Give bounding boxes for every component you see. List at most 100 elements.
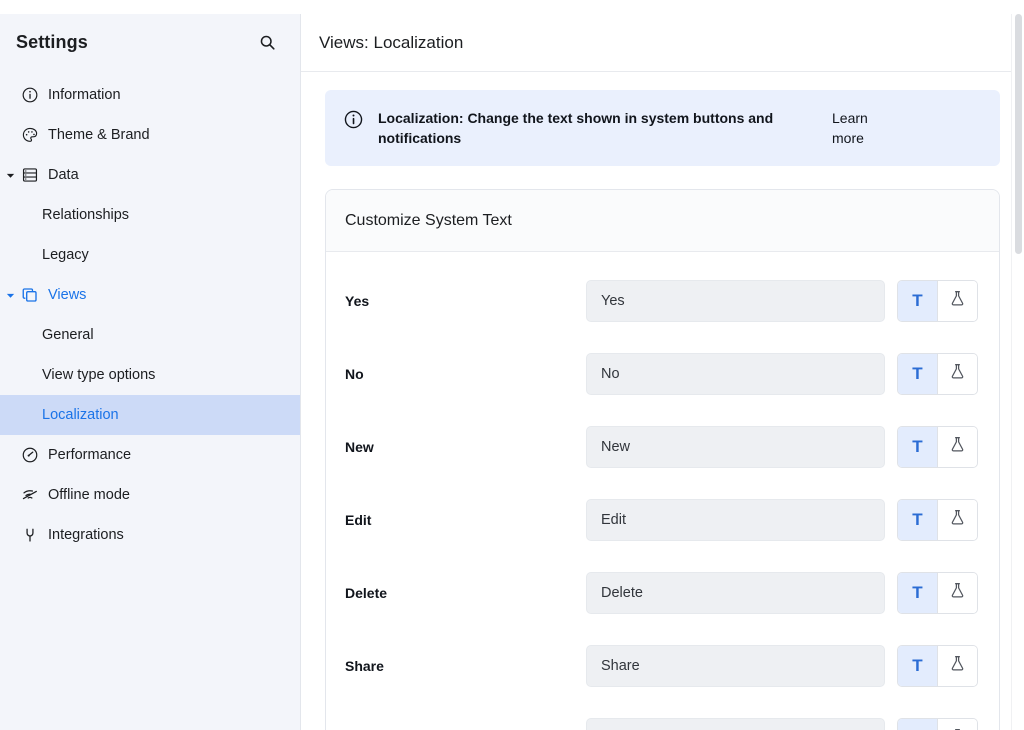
sidebar-item-label: Integrations (48, 528, 124, 543)
localization-row-label: Yes (345, 293, 586, 309)
layers-copy-icon (19, 285, 41, 305)
sidebar-item-label: Legacy (42, 248, 89, 263)
flask-icon (948, 654, 967, 678)
localization-row: YesYes T (345, 264, 978, 337)
wifi-off-icon (19, 485, 41, 505)
page-title: Views: Localization (319, 33, 463, 53)
localization-row: ShareShare T (345, 629, 978, 702)
card-body: YesYesTNoNoTNewNewTEditEditTDeleteDelete… (326, 252, 999, 730)
sidebar-item-label: Offline mode (48, 488, 130, 503)
speedometer-icon (19, 445, 41, 465)
power-plug-icon (19, 525, 41, 545)
settings-window: Settings InformationTheme & Brand Data Rel… (0, 0, 1024, 730)
localization-value-input[interactable]: Edit (586, 499, 885, 541)
localization-value-input[interactable]: Share (586, 645, 885, 687)
info-banner-text: Localization: Change the text shown in s… (378, 108, 818, 148)
sidebar-item-information[interactable]: Information (0, 75, 300, 115)
card-title: Customize System Text (345, 212, 512, 230)
card-header: Customize System Text (326, 190, 999, 252)
text-mode-button[interactable]: T (898, 500, 937, 540)
formula-mode-button[interactable] (938, 719, 977, 730)
sidebar-item-label: Data (48, 168, 79, 183)
value-mode-toggle: T (897, 353, 978, 395)
localization-row: SyncSyncT (345, 702, 978, 730)
database-rows-icon (19, 165, 41, 185)
text-mode-button[interactable]: T (898, 573, 937, 613)
sidebar-item-label: View type options (42, 368, 155, 383)
localization-row: DeleteDeleteT (345, 556, 978, 629)
text-format-icon: T (912, 656, 922, 676)
text-mode-button[interactable]: T (898, 646, 937, 686)
text-mode-button[interactable]: T (898, 719, 937, 730)
info-banner: Localization: Change the text shown in s… (325, 90, 1000, 166)
value-mode-toggle: T (897, 426, 978, 468)
localization-row: EditEditT (345, 483, 978, 556)
value-mode-toggle: T (897, 718, 978, 730)
localization-row-label: No (345, 366, 586, 382)
customize-system-text-card: Customize System Text YesYesTNoNoTNewNew… (325, 189, 1000, 730)
settings-sidebar: Settings InformationTheme & Brand Data Rel… (0, 14, 301, 730)
main-body: Localization: Change the text shown in s… (301, 72, 1024, 730)
text-format-icon: T (912, 291, 922, 311)
value-mode-toggle: T (897, 645, 978, 687)
localization-value-input[interactable]: No (586, 353, 885, 395)
sidebar-item-label: Views (48, 288, 86, 303)
localization-row: NoNo T (345, 337, 978, 410)
value-mode-toggle: T (897, 572, 978, 614)
text-mode-button[interactable]: T (898, 354, 937, 394)
sidebar-item-offline-mode[interactable]: Offline mode (0, 475, 300, 515)
sidebar-title: Settings (16, 32, 88, 53)
sidebar-item-label: Relationships (42, 208, 129, 223)
sidebar-item-label: Localization (42, 408, 119, 423)
text-format-icon: T (912, 510, 922, 530)
sidebar-item-legacy[interactable]: Legacy (0, 235, 300, 275)
localization-row: NewNew T (345, 410, 978, 483)
localization-row-label: New (345, 439, 586, 455)
formula-mode-button[interactable] (938, 354, 977, 394)
learn-more-link[interactable]: Learn more (832, 108, 886, 148)
text-format-icon: T (912, 364, 922, 384)
main-content: Views: Localization Localization: Change… (301, 14, 1024, 730)
sidebar-item-relationships[interactable]: Relationships (0, 195, 300, 235)
info-circle-icon (19, 85, 41, 105)
localization-value-input[interactable]: Sync (586, 718, 885, 730)
text-mode-button[interactable]: T (898, 427, 937, 467)
sidebar-item-theme-brand[interactable]: Theme & Brand (0, 115, 300, 155)
main-header: Views: Localization (301, 14, 1024, 72)
formula-mode-button[interactable] (938, 573, 977, 613)
localization-row-label: Share (345, 658, 586, 674)
page-scrollbar[interactable] (1011, 14, 1024, 730)
text-mode-button[interactable]: T (898, 281, 937, 321)
chevron-down-icon[interactable] (1, 170, 19, 181)
search-icon[interactable] (256, 32, 278, 54)
sidebar-item-performance[interactable]: Performance (0, 435, 300, 475)
flask-icon (948, 362, 967, 386)
sidebar-item-label: General (42, 328, 94, 343)
formula-mode-button[interactable] (938, 281, 977, 321)
window-top-strip (0, 0, 1024, 14)
flask-icon (948, 581, 967, 605)
localization-value-input[interactable]: Yes (586, 280, 885, 322)
sidebar-item-label: Performance (48, 448, 131, 463)
flask-icon (948, 289, 967, 313)
formula-mode-button[interactable] (938, 427, 977, 467)
sidebar-item-view-type-options[interactable]: View type options (0, 355, 300, 395)
sidebar-item-views[interactable]: Views (0, 275, 300, 315)
formula-mode-button[interactable] (938, 646, 977, 686)
flask-icon (948, 508, 967, 532)
text-format-icon: T (912, 437, 922, 457)
formula-mode-button[interactable] (938, 500, 977, 540)
sidebar-item-data[interactable]: Data (0, 155, 300, 195)
text-format-icon: T (912, 583, 922, 603)
localization-value-input[interactable]: Delete (586, 572, 885, 614)
chevron-down-icon[interactable] (1, 290, 19, 301)
localization-value-input[interactable]: New (586, 426, 885, 468)
info-circle-icon (343, 109, 364, 135)
sidebar-nav: InformationTheme & Brand Data Relationship… (0, 71, 300, 555)
sidebar-item-integrations[interactable]: Integrations (0, 515, 300, 555)
flask-icon (948, 727, 967, 730)
flask-icon (948, 435, 967, 459)
page-scrollbar-thumb[interactable] (1015, 14, 1022, 254)
sidebar-item-general[interactable]: General (0, 315, 300, 355)
sidebar-item-localization[interactable]: Localization (0, 395, 300, 435)
